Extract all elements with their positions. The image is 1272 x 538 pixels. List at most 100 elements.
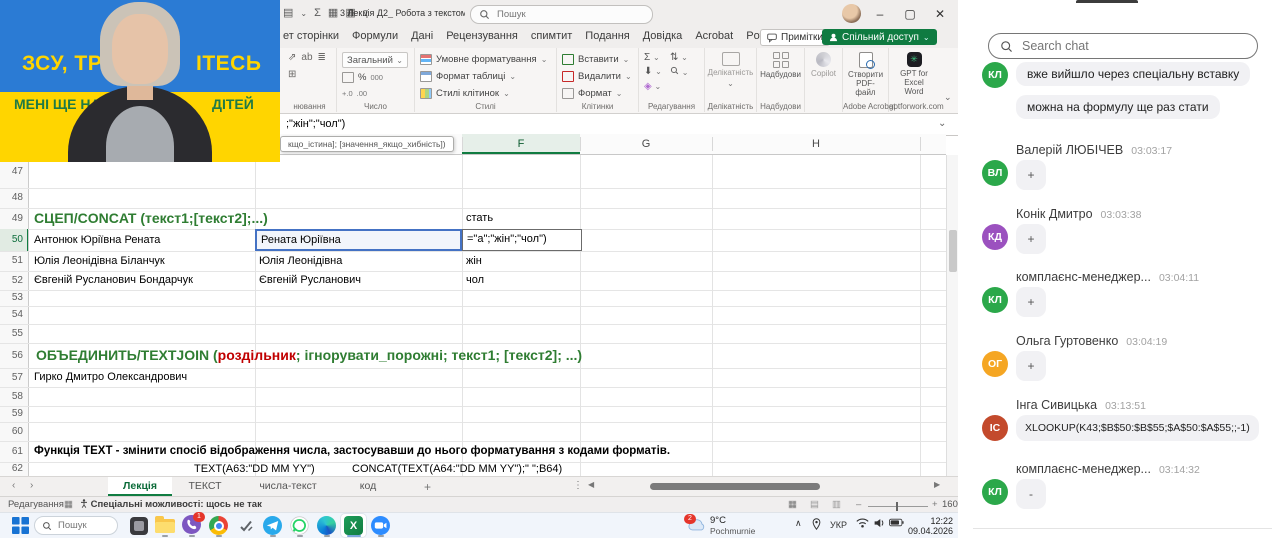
copilot-button[interactable]: Copilot <box>810 52 837 78</box>
cell-f52[interactable]: чол <box>462 271 484 290</box>
tab-help[interactable]: Довідка <box>643 30 683 42</box>
fill-down-icon[interactable]: ⬇ ⌄ <box>644 66 670 78</box>
row-header[interactable]: 53 <box>0 290 23 306</box>
task-view-button[interactable] <box>126 514 151 537</box>
increase-decimal-icon[interactable]: +.0 <box>342 89 353 98</box>
number-format-dropdown[interactable]: Загальний ⌄ <box>342 52 408 68</box>
thousands-icon[interactable]: 000 <box>370 73 383 82</box>
tab-page-layout[interactable]: ет сторінки <box>283 30 339 42</box>
avatar[interactable]: КД <box>982 224 1008 250</box>
row-header[interactable]: 60 <box>0 422 23 441</box>
row-header[interactable]: 50 <box>0 229 23 251</box>
viber-button[interactable]: 1 <box>179 514 204 537</box>
chevron-down-icon[interactable]: ⌄ <box>938 118 946 129</box>
avatar[interactable]: ОГ <box>982 351 1008 377</box>
row-header[interactable]: 55 <box>0 324 23 343</box>
normal-view-icon[interactable]: ▦ <box>788 499 797 510</box>
macro-record-icon[interactable]: ▦ <box>64 499 73 510</box>
row-header[interactable]: 62 <box>0 462 23 476</box>
avatar[interactable]: ВЛ <box>982 160 1008 186</box>
excel-search-box[interactable] <box>470 5 653 24</box>
file-explorer-button[interactable] <box>152 514 177 537</box>
qat-grid-icon[interactable]: ▤ <box>283 7 293 20</box>
maximize-button[interactable]: ▢ <box>896 0 924 28</box>
message-bubble[interactable]: XLOOKUP(K43;$B$50:$B$55;$A$50:$A$55;;-1) <box>1016 415 1259 441</box>
message-bubble[interactable]: + <box>1016 287 1046 317</box>
sensitivity-button[interactable]: Делікатність ⌄ <box>710 52 751 88</box>
edge-button[interactable] <box>314 514 339 537</box>
find-select-icon[interactable]: ⌄ <box>670 66 696 78</box>
cell-a49[interactable]: СЦЕП/CONCAT (текст1;[текст2];...) <box>30 208 268 229</box>
message-bubble[interactable]: + <box>1016 160 1046 190</box>
excel-taskbar-button[interactable]: X <box>341 514 366 537</box>
zoom-out-icon[interactable]: – <box>856 499 861 510</box>
chat-search-box[interactable] <box>988 33 1258 59</box>
excel-search-input[interactable] <box>495 8 619 21</box>
autosum-icon[interactable]: Σ ⌄ <box>644 52 670 63</box>
editing-cell-f50[interactable]: ="а";"жін";"чол") <box>462 229 582 251</box>
avatar[interactable]: ІС <box>982 415 1008 441</box>
sheet-tab-lekcia[interactable]: Лекція <box>108 477 172 496</box>
referenced-cell-b50[interactable]: Рената Юріївна <box>255 229 462 251</box>
message-bubble[interactable]: + <box>1016 224 1046 254</box>
row-header[interactable]: 48 <box>0 188 23 208</box>
cell-a61[interactable]: Функція TEXT - змінити спосіб відображен… <box>30 441 670 462</box>
collapse-ribbon-icon[interactable]: ⌄ <box>944 92 952 103</box>
zoom-in-icon[interactable]: + <box>932 499 938 510</box>
vertical-scrollbar-thumb[interactable] <box>949 230 957 272</box>
hscroll-left-icon[interactable]: ◀ <box>588 480 594 489</box>
cell-f51[interactable]: жін <box>462 251 482 271</box>
cell-f49[interactable]: стать <box>462 208 493 229</box>
row-header[interactable]: 56 <box>0 343 23 368</box>
row-header[interactable]: 57 <box>0 368 23 387</box>
row-header[interactable]: 51 <box>0 251 23 271</box>
zoom-button[interactable] <box>368 514 393 537</box>
row-header[interactable]: 61 <box>0 441 23 462</box>
accessibility-status[interactable]: Спеціальні можливості: щось не так <box>80 499 262 510</box>
taskbar-search[interactable] <box>34 516 118 535</box>
chat-search-input[interactable] <box>1020 38 1246 54</box>
stylus-app-button[interactable] <box>233 514 258 537</box>
cell-e62[interactable]: CONCAT(TEXT(A64:"DD MM YY");" ";B64) <box>348 462 562 476</box>
cell-b51[interactable]: Юлія Леонідівна <box>255 251 342 271</box>
vertical-scrollbar[interactable] <box>946 155 958 476</box>
row-header[interactable]: 54 <box>0 306 23 324</box>
addins-button[interactable]: Надбудови <box>762 52 799 79</box>
message-bubble[interactable]: вже вийшло через спеціальну вставку <box>1016 62 1250 86</box>
qat-autosum-icon[interactable]: Σ <box>314 7 321 20</box>
taskbar-search-input[interactable] <box>56 519 110 532</box>
tab-acrobat[interactable]: Acrobat <box>695 30 733 42</box>
sheet-nav-right-icon[interactable]: › <box>30 480 33 491</box>
row-header[interactable]: 58 <box>0 387 23 406</box>
page-break-view-icon[interactable]: ▥ <box>832 499 841 510</box>
horizontal-scrollbar-thumb[interactable] <box>650 483 820 490</box>
close-button[interactable]: ✕ <box>926 0 954 28</box>
tray-chevron-up-icon[interactable]: ∧ <box>795 518 802 529</box>
merge-center-icon[interactable]: ⊞ <box>288 69 296 81</box>
volume-icon[interactable] <box>873 518 886 531</box>
sheet-nav-left-icon[interactable]: ‹ <box>12 480 15 491</box>
page-layout-view-icon[interactable]: ▤ <box>810 499 819 510</box>
sheet-tab-kod[interactable]: код <box>344 477 392 496</box>
whatsapp-button[interactable] <box>287 514 312 537</box>
tab-data[interactable]: Дані <box>411 30 433 42</box>
message-bubble[interactable]: + <box>1016 351 1046 381</box>
zoom-slider[interactable] <box>868 506 928 507</box>
weather-widget[interactable]: 2 9°C Pochmurnie <box>688 516 755 536</box>
sheet-tab-chysla-tekst[interactable]: числа-текст <box>240 477 336 496</box>
tab-review[interactable]: Рецензування <box>446 30 518 42</box>
clock[interactable]: 12:22 09.04.2026 <box>905 516 953 536</box>
column-header-g[interactable]: G <box>580 134 712 154</box>
orientation-icon[interactable]: ⇗ <box>288 52 296 64</box>
format-cells-button[interactable]: Формат⌄ <box>562 86 633 100</box>
avatar[interactable]: КЛ <box>982 62 1008 88</box>
create-pdf-button[interactable]: Створити PDF-файл <box>848 52 883 97</box>
indent-icon[interactable]: ≣ <box>318 52 326 64</box>
cell-c62[interactable]: TEXT(A63:"DD MM YY") <box>190 462 315 476</box>
chevron-down-icon[interactable]: ⌄ <box>300 7 307 20</box>
message-bubble[interactable]: - <box>1016 479 1046 509</box>
delete-cells-button[interactable]: Видалити⌄ <box>562 69 633 83</box>
cell-styles-button[interactable]: Стилі клітинок⌄ <box>420 86 551 100</box>
percent-icon[interactable]: % <box>358 72 366 83</box>
cell-a56[interactable]: ОБЪЕДИНИТЬ/TEXTJOIN (роздільник; ігнорув… <box>32 343 582 368</box>
